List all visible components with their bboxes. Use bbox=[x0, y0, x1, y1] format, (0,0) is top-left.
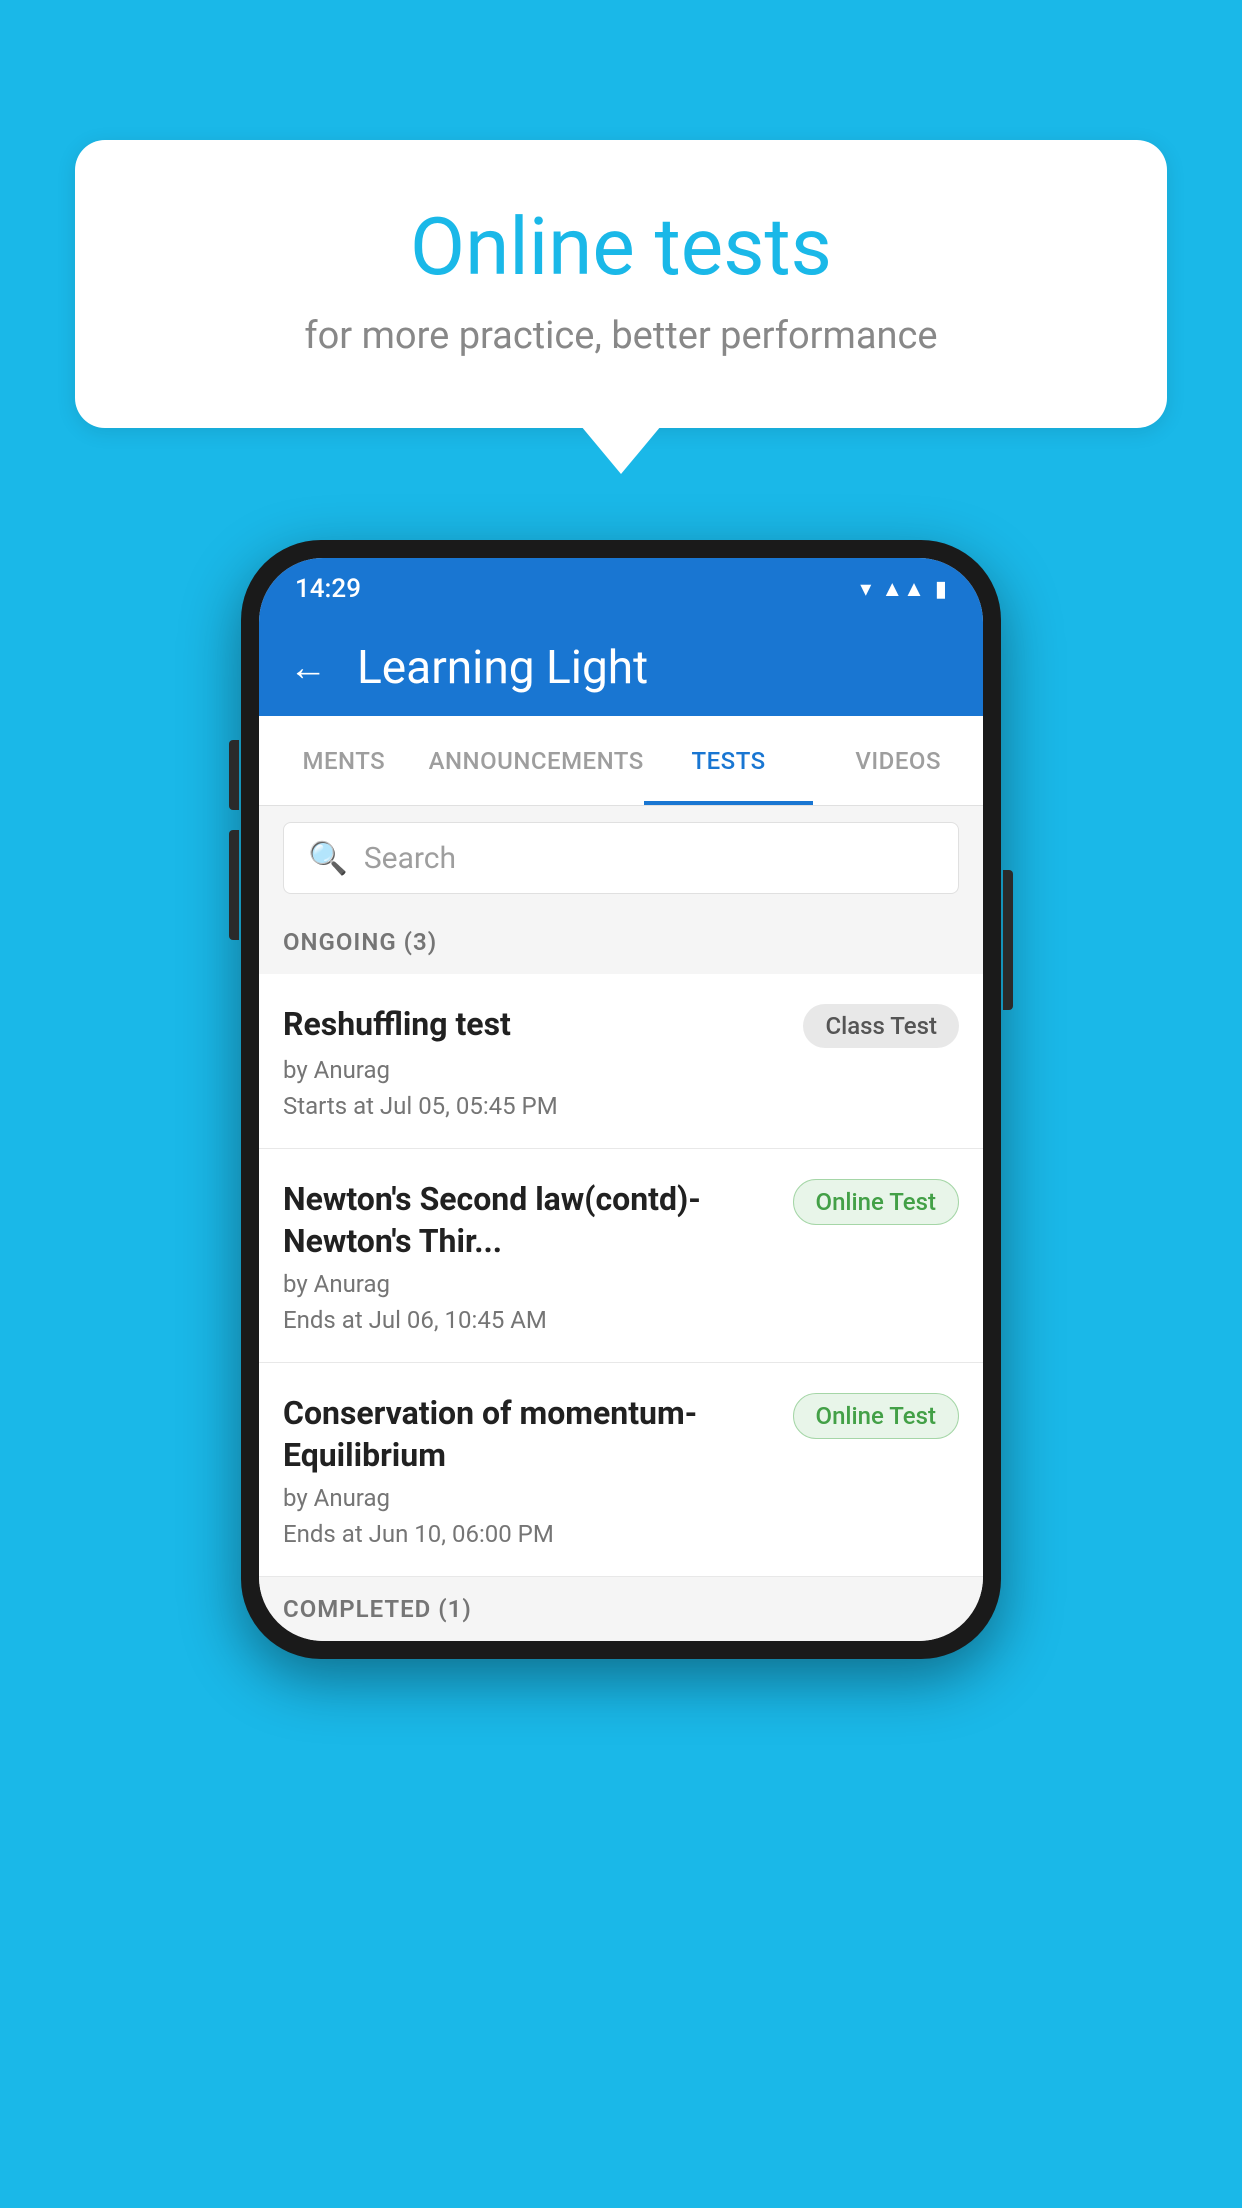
test-item-1-header: Reshuffling test Class Test bbox=[283, 1004, 959, 1048]
bubble-title: Online tests bbox=[155, 200, 1087, 294]
phone-container: 14:29 ▾ ▲▲ ▮ ← Learning Light MENTS ANNO… bbox=[241, 540, 1001, 1659]
test-item-3-header: Conservation of momentum-Equilibrium Onl… bbox=[283, 1393, 959, 1476]
test-meta-3: by Anurag bbox=[283, 1484, 959, 1512]
speech-bubble-container: Online tests for more practice, better p… bbox=[75, 140, 1167, 428]
status-icons: ▾ ▲▲ ▮ bbox=[860, 576, 947, 602]
tab-tests[interactable]: TESTS bbox=[644, 716, 814, 805]
signal-icon: ▲▲ bbox=[881, 576, 925, 602]
test-date-2: Ends at Jul 06, 10:45 AM bbox=[283, 1306, 959, 1334]
test-meta-2: by Anurag bbox=[283, 1270, 959, 1298]
test-item-2[interactable]: Newton's Second law(contd)-Newton's Thir… bbox=[259, 1149, 983, 1363]
search-container: 🔍 Search bbox=[259, 806, 983, 910]
tabs-bar: MENTS ANNOUNCEMENTS TESTS VIDEOS bbox=[259, 716, 983, 806]
status-time: 14:29 bbox=[295, 574, 361, 604]
phone-outer: 14:29 ▾ ▲▲ ▮ ← Learning Light MENTS ANNO… bbox=[241, 540, 1001, 1659]
test-date-3: Ends at Jun 10, 06:00 PM bbox=[283, 1520, 959, 1548]
app-bar: ← Learning Light bbox=[259, 620, 983, 716]
tab-videos[interactable]: VIDEOS bbox=[813, 716, 983, 805]
side-button-volume-down bbox=[229, 830, 239, 940]
test-badge-1: Class Test bbox=[803, 1004, 959, 1048]
speech-bubble: Online tests for more practice, better p… bbox=[75, 140, 1167, 428]
tab-announcements[interactable]: ANNOUNCEMENTS bbox=[429, 716, 644, 805]
test-item-3[interactable]: Conservation of momentum-Equilibrium Onl… bbox=[259, 1363, 983, 1577]
app-title: Learning Light bbox=[357, 641, 648, 695]
test-meta-1: by Anurag bbox=[283, 1056, 959, 1084]
search-icon: 🔍 bbox=[308, 839, 348, 877]
side-button-power bbox=[1003, 870, 1013, 1010]
search-box[interactable]: 🔍 Search bbox=[283, 822, 959, 894]
test-title-3: Conservation of momentum-Equilibrium bbox=[283, 1393, 781, 1476]
test-badge-3: Online Test bbox=[793, 1393, 959, 1439]
wifi-icon: ▾ bbox=[860, 577, 871, 602]
test-item-2-header: Newton's Second law(contd)-Newton's Thir… bbox=[283, 1179, 959, 1262]
back-button[interactable]: ← bbox=[289, 646, 327, 690]
phone-screen: 14:29 ▾ ▲▲ ▮ ← Learning Light MENTS ANNO… bbox=[259, 558, 983, 1641]
test-date-1: Starts at Jul 05, 05:45 PM bbox=[283, 1092, 959, 1120]
completed-section-header: COMPLETED (1) bbox=[259, 1577, 983, 1641]
test-item-1[interactable]: Reshuffling test Class Test by Anurag St… bbox=[259, 974, 983, 1149]
battery-icon: ▮ bbox=[935, 577, 947, 602]
ongoing-section-header: ONGOING (3) bbox=[259, 910, 983, 974]
test-title-1: Reshuffling test bbox=[283, 1004, 791, 1046]
test-title-2: Newton's Second law(contd)-Newton's Thir… bbox=[283, 1179, 781, 1262]
tab-ments[interactable]: MENTS bbox=[259, 716, 429, 805]
side-button-volume-up bbox=[229, 740, 239, 810]
test-badge-2: Online Test bbox=[793, 1179, 959, 1225]
status-bar: 14:29 ▾ ▲▲ ▮ bbox=[259, 558, 983, 620]
bubble-subtitle: for more practice, better performance bbox=[155, 314, 1087, 358]
search-placeholder: Search bbox=[364, 841, 456, 876]
